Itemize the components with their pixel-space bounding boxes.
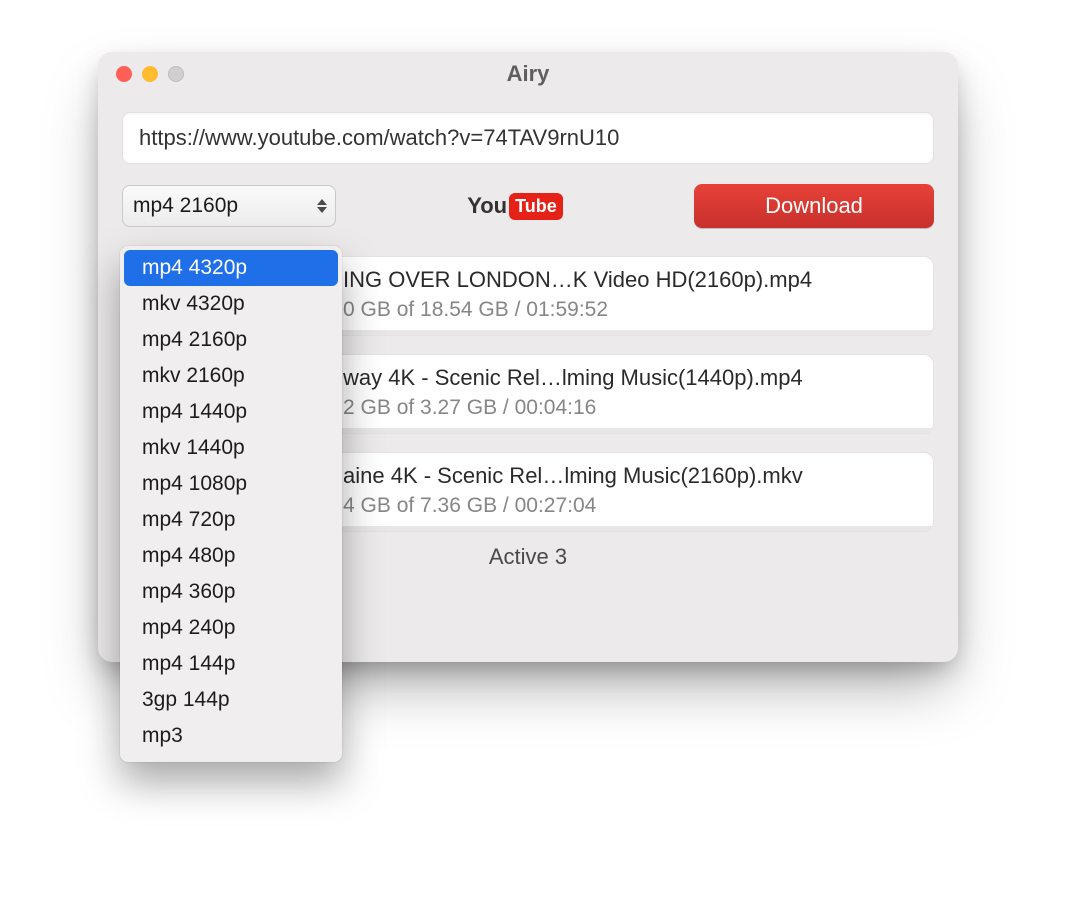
- format-option[interactable]: mp4 1440p: [120, 394, 342, 430]
- minimize-icon[interactable]: [142, 66, 158, 82]
- format-option[interactable]: mkv 4320p: [120, 286, 342, 322]
- format-option[interactable]: mp4 4320p: [124, 250, 338, 286]
- window-title: Airy: [98, 61, 958, 87]
- format-option[interactable]: mkv 1440p: [120, 430, 342, 466]
- format-select-value: mp4 2160p: [133, 194, 238, 218]
- download-button[interactable]: Download: [694, 184, 934, 228]
- download-title: ING OVER LONDON…K Video HD(2160p).mp4: [343, 267, 915, 293]
- format-option[interactable]: mp4 1080p: [120, 466, 342, 502]
- format-option[interactable]: mp4 240p: [120, 610, 342, 646]
- download-title: way 4K - Scenic Rel…lming Music(1440p).m…: [343, 365, 915, 391]
- download-status: 2 GB of 3.27 GB / 00:04:16: [343, 396, 915, 420]
- format-option[interactable]: mp4 2160p: [120, 322, 342, 358]
- titlebar: Airy: [98, 52, 958, 96]
- close-icon[interactable]: [116, 66, 132, 82]
- format-select[interactable]: mp4 2160p: [122, 185, 336, 227]
- chevron-down-icon: [317, 207, 327, 213]
- source-logo: You Tube: [352, 193, 678, 220]
- logo-text-you: You: [467, 193, 507, 219]
- format-option[interactable]: mp4 360p: [120, 574, 342, 610]
- url-value: https://www.youtube.com/watch?v=74TAV9rn…: [139, 125, 619, 151]
- window-controls: [116, 66, 184, 82]
- format-option[interactable]: mp4 144p: [120, 646, 342, 682]
- chevron-up-icon: [317, 199, 327, 205]
- stepper-icon: [317, 186, 327, 226]
- format-option[interactable]: mp4 480p: [120, 538, 342, 574]
- download-status: 4 GB of 7.36 GB / 00:27:04: [343, 494, 915, 518]
- url-input[interactable]: https://www.youtube.com/watch?v=74TAV9rn…: [122, 112, 934, 164]
- status-text: Active 3: [489, 544, 567, 569]
- format-option[interactable]: mp3: [120, 718, 342, 754]
- format-option[interactable]: 3gp 144p: [120, 682, 342, 718]
- logo-text-tube: Tube: [509, 193, 563, 220]
- format-option[interactable]: mkv 2160p: [120, 358, 342, 394]
- maximize-icon[interactable]: [168, 66, 184, 82]
- format-dropdown[interactable]: mp4 4320p mkv 4320p mp4 2160p mkv 2160p …: [120, 246, 342, 762]
- toolbar: mp4 2160p You Tube Download: [122, 184, 934, 228]
- download-status: 0 GB of 18.54 GB / 01:59:52: [343, 298, 915, 322]
- download-title: aine 4K - Scenic Rel…lming Music(2160p).…: [343, 463, 915, 489]
- download-button-label: Download: [765, 193, 863, 219]
- format-option[interactable]: mp4 720p: [120, 502, 342, 538]
